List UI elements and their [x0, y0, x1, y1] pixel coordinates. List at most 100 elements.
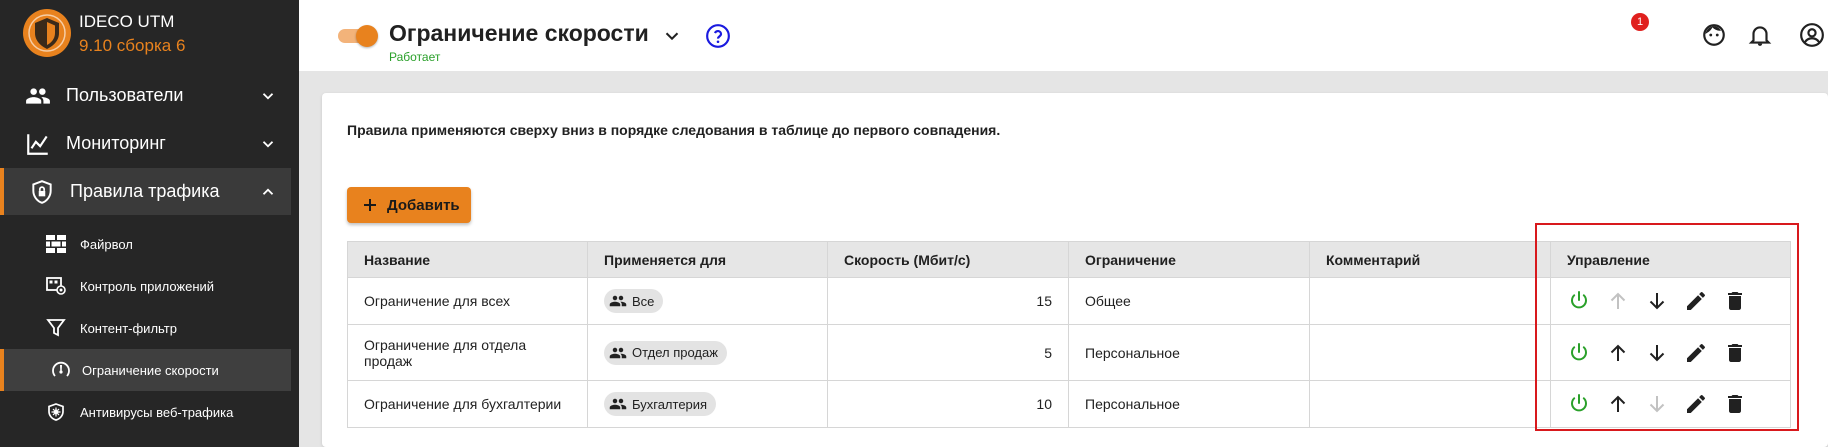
module-enable-toggle[interactable]: [338, 24, 378, 47]
group-icon: [609, 347, 627, 358]
column-header-limit[interactable]: Ограничение: [1068, 241, 1310, 278]
trash-icon: [1728, 343, 1742, 362]
notifications-badge: 1: [1631, 13, 1649, 31]
applies-to-label: Отдел продаж: [632, 345, 718, 360]
logo-shield-icon: [23, 9, 71, 57]
move-down-button[interactable]: [1645, 341, 1669, 365]
column-header-comment[interactable]: Комментарий: [1309, 241, 1551, 278]
chevron-down-icon[interactable]: [661, 25, 683, 47]
shield-lock-icon: [32, 180, 52, 204]
notifications-bell-icon[interactable]: [1747, 22, 1773, 48]
page-title: Ограничение скорости: [389, 20, 649, 46]
sidebar-subitem-label: Ограничение скорости: [82, 362, 219, 378]
firewall-icon: [46, 235, 66, 253]
page-header: Ограничение скорости Работает 1: [299, 0, 1828, 71]
filter-icon: [46, 319, 66, 337]
rule-comment: [1309, 324, 1551, 381]
rule-limit-type: Персональное: [1068, 324, 1310, 381]
delete-button[interactable]: [1723, 289, 1747, 313]
arrow-down-icon: [1649, 396, 1665, 413]
chevron-down-icon: [262, 93, 274, 100]
help-icon[interactable]: [705, 23, 731, 49]
sidebar-item-traffic-rules[interactable]: Правила трафика: [0, 168, 291, 215]
sidebar-subitem-firewall[interactable]: Файрвол: [0, 223, 291, 265]
plus-icon: [364, 199, 376, 211]
rule-comment: [1309, 380, 1551, 428]
sidebar-subitem-web-antivirus[interactable]: Антивирусы веб-трафика: [0, 391, 291, 433]
power-icon: [1571, 291, 1587, 309]
applies-to-chip[interactable]: Отдел продаж: [604, 340, 727, 365]
applies-to-chip[interactable]: Все: [604, 289, 664, 313]
arrow-down-icon: [1649, 293, 1665, 310]
pencil-icon: [1687, 343, 1706, 362]
move-down-button[interactable]: [1645, 289, 1669, 313]
users-icon: [26, 88, 50, 104]
group-icon: [609, 295, 627, 307]
sidebar-item-label: Мониторинг: [66, 133, 166, 153]
group-icon: [609, 398, 627, 410]
rules-info-text: Правила применяются сверху вниз в порядк…: [347, 122, 1001, 138]
chevron-down-icon: [262, 141, 274, 148]
chevron-up-icon: [262, 188, 274, 195]
speedometer-icon: [52, 361, 70, 377]
delete-button[interactable]: [1723, 392, 1747, 416]
sidebar-subitem-content-filter[interactable]: Контент-фильтр: [0, 307, 291, 349]
edit-button[interactable]: [1684, 392, 1708, 416]
table-row[interactable]: Ограничение для бухгалтерии Бухгалтерия …: [347, 380, 1791, 428]
sidebar-subitem-label: Контроль приложений: [80, 278, 215, 294]
sidebar-item-users[interactable]: Пользователи: [0, 72, 291, 119]
app-name: IDECO UTM: [79, 12, 175, 31]
status-text: Работает: [389, 50, 441, 64]
trash-icon: [1728, 292, 1742, 310]
applies-to-chip[interactable]: Бухгалтерия: [604, 392, 717, 416]
rule-speed: 15: [827, 277, 1069, 325]
row-actions: [1567, 289, 1774, 313]
column-header-actions: Управление: [1550, 241, 1791, 278]
power-toggle-button[interactable]: [1567, 341, 1591, 365]
table-row[interactable]: Ограничение для всех Все 15 Общее: [347, 277, 1791, 325]
move-up-button[interactable]: [1606, 392, 1630, 416]
sidebar-subitem-label: Файрвол: [80, 236, 133, 252]
power-icon: [1571, 394, 1587, 412]
rule-name: Ограничение для всех: [347, 277, 588, 325]
app-version: 9.10 сборка 6: [79, 36, 186, 55]
arrow-up-icon: [1610, 292, 1626, 309]
applies-to-label: Все: [632, 293, 655, 309]
column-header-speed[interactable]: Скорость (Мбит/с): [827, 241, 1069, 278]
rule-comment: [1309, 277, 1551, 325]
app-control-icon: [46, 277, 66, 295]
add-button-label: Добавить: [387, 197, 460, 214]
power-icon: [1571, 342, 1587, 360]
column-header-applies-to[interactable]: Применяется для: [587, 241, 828, 278]
move-up-button[interactable]: [1606, 289, 1630, 313]
sidebar-subitem-label: Контент-фильтр: [80, 320, 177, 336]
sidebar-subitem-label: Антивирусы веб-трафика: [80, 404, 234, 420]
sidebar-subitem-speed-limit[interactable]: Ограничение скорости: [0, 349, 291, 391]
row-actions: [1567, 341, 1774, 365]
rule-name: Ограничение для бухгалтерии: [347, 380, 588, 428]
rule-limit-type: Персональное: [1068, 380, 1310, 428]
support-agent-icon[interactable]: [1701, 22, 1727, 48]
sidebar-item-monitoring[interactable]: Мониторинг: [0, 120, 291, 167]
sidebar-item-label: Правила трафика: [70, 181, 220, 201]
trash-icon: [1728, 395, 1742, 413]
virus-shield-icon: [48, 403, 64, 421]
move-up-button[interactable]: [1606, 341, 1630, 365]
row-actions: [1567, 392, 1774, 416]
sidebar-subitem-app-control[interactable]: Контроль приложений: [0, 265, 291, 307]
table-row[interactable]: Ограничение для отдела продаж Отдел прод…: [347, 324, 1791, 381]
edit-button[interactable]: [1684, 289, 1708, 313]
power-toggle-button[interactable]: [1567, 289, 1591, 313]
rule-limit-type: Общее: [1068, 277, 1310, 325]
delete-button[interactable]: [1723, 341, 1747, 365]
power-toggle-button[interactable]: [1567, 392, 1591, 416]
column-header-name[interactable]: Название: [347, 241, 588, 278]
rule-speed: 5: [827, 324, 1069, 381]
add-button[interactable]: Добавить: [347, 187, 471, 223]
edit-button[interactable]: [1684, 341, 1708, 365]
pencil-icon: [1687, 291, 1706, 310]
move-down-button[interactable]: [1645, 392, 1669, 416]
chart-line-icon: [27, 134, 48, 155]
account-circle-icon[interactable]: [1799, 22, 1825, 48]
arrow-down-icon: [1649, 344, 1665, 361]
